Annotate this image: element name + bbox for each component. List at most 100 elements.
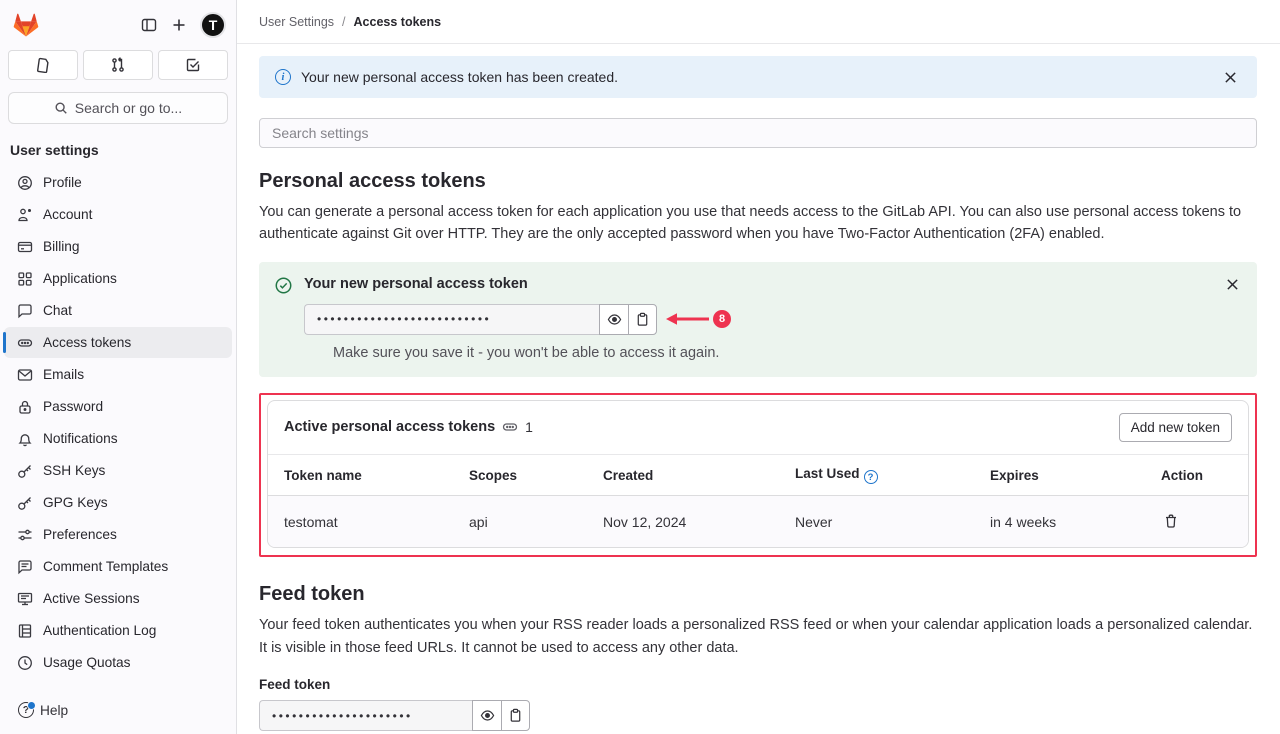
gitlab-logo-icon[interactable] <box>12 12 40 38</box>
sidebar-item-billing[interactable]: Billing <box>4 231 232 262</box>
copy-token-button[interactable] <box>628 304 657 335</box>
add-new-token-button[interactable]: Add new token <box>1119 413 1232 442</box>
sidebar-item-account[interactable]: Account <box>4 199 232 230</box>
info-banner-close-button[interactable] <box>1220 67 1241 88</box>
sidebar-item-ssh-keys[interactable]: SSH Keys <box>4 455 232 486</box>
settings-search-input[interactable] <box>259 118 1257 148</box>
sidebar-item-chat[interactable]: Chat <box>4 295 232 326</box>
main-area: User Settings / Access tokens i Your new… <box>237 0 1280 734</box>
sidebar-header: T <box>0 0 236 40</box>
sidebar-item-access-tokens[interactable]: Access tokens <box>4 327 232 358</box>
table-row: testomat api Nov 12, 2024 Never in 4 wee… <box>268 496 1248 548</box>
pat-description: You can generate a personal access token… <box>259 201 1257 246</box>
comment-icon <box>17 559 33 575</box>
log-icon <box>17 623 33 639</box>
issues-shortcut-button[interactable] <box>8 50 78 80</box>
lock-icon <box>17 399 33 415</box>
sidebar-item-notifications[interactable]: Notifications <box>4 423 232 454</box>
avatar[interactable]: T <box>200 12 226 38</box>
feed-token-field[interactable] <box>259 700 472 731</box>
new-token-note: Make sure you save it - you won't be abl… <box>333 345 1241 361</box>
reveal-token-button[interactable] <box>599 304 628 335</box>
copy-clipboard-icon <box>508 708 523 723</box>
billing-icon <box>17 239 33 255</box>
new-token-alert-title: Your new personal access token <box>304 276 528 292</box>
info-icon: i <box>275 69 291 85</box>
col-scopes: Scopes <box>453 454 587 496</box>
annotation-arrow-icon <box>665 311 711 327</box>
eye-icon <box>607 312 622 327</box>
key-icon <box>17 495 33 511</box>
sidebar-item-emails[interactable]: Emails <box>4 359 232 390</box>
trash-icon <box>1163 513 1179 529</box>
sidebar-toggle-button[interactable] <box>134 10 164 40</box>
personal-token-field[interactable] <box>304 304 599 335</box>
sidebar-item-applications[interactable]: Applications <box>4 263 232 294</box>
sidebar-section-title: User settings <box>0 124 236 166</box>
annotation-step-badge: 8 <box>713 310 731 328</box>
info-banner-text: Your new personal access token has been … <box>301 69 618 85</box>
col-last-used: Last Used? <box>779 454 974 496</box>
search-label: Search or go to... <box>75 100 182 116</box>
sidebar-item-password[interactable]: Password <box>4 391 232 422</box>
tokens-table: Token name Scopes Created Last Used? Exp… <box>268 454 1248 548</box>
cell-expires: in 4 weeks <box>974 496 1145 548</box>
copy-feed-token-button[interactable] <box>501 700 530 731</box>
sidebar-item-authentication-log[interactable]: Authentication Log <box>4 615 232 646</box>
monitor-icon <box>17 591 33 607</box>
breadcrumb: User Settings / Access tokens <box>237 0 1280 44</box>
sidebar-item-profile[interactable]: Profile <box>4 167 232 198</box>
todo-icon <box>185 57 201 73</box>
bell-icon <box>17 431 33 447</box>
help-button[interactable]: ? Help <box>0 688 236 734</box>
breadcrumb-current: Access tokens <box>354 15 442 29</box>
revoke-token-button[interactable] <box>1161 511 1181 531</box>
annotation-highlight-box: Active personal access tokens 1 Add new … <box>259 393 1257 558</box>
new-token-alert-close-button[interactable] <box>1222 274 1243 295</box>
feed-token-label: Feed token <box>259 677 1257 692</box>
gauge-icon <box>17 655 33 671</box>
profile-icon <box>17 175 33 191</box>
reveal-feed-token-button[interactable] <box>472 700 501 731</box>
sidebar-item-gpg-keys[interactable]: GPG Keys <box>4 487 232 518</box>
question-circle-icon[interactable]: ? <box>864 470 878 484</box>
breadcrumb-parent[interactable]: User Settings <box>259 15 334 29</box>
sidebar-shortcuts <box>0 40 236 80</box>
key-icon <box>17 463 33 479</box>
new-token-alert: Your new personal access token 8 <box>259 262 1257 377</box>
close-icon <box>1226 278 1239 291</box>
token-icon <box>17 335 33 351</box>
sidebar: T Search or go to... User settings <box>0 0 237 734</box>
create-new-button[interactable] <box>164 10 194 40</box>
applications-icon <box>17 271 33 287</box>
issues-icon <box>35 57 51 73</box>
sidebar-toggle-icon <box>141 17 157 33</box>
copy-clipboard-icon <box>635 312 650 327</box>
col-action: Action <box>1145 454 1248 496</box>
feed-token-description: Your feed token authenticates you when y… <box>259 614 1257 659</box>
search-or-goto[interactable]: Search or go to... <box>8 92 228 124</box>
search-icon <box>54 101 68 115</box>
token-icon <box>502 419 518 435</box>
active-tokens-card: Active personal access tokens 1 Add new … <box>267 400 1249 549</box>
email-icon <box>17 367 33 383</box>
sidebar-item-active-sessions[interactable]: Active Sessions <box>4 583 232 614</box>
sidebar-item-preferences[interactable]: Preferences <box>4 519 232 550</box>
merge-request-icon <box>110 57 126 73</box>
breadcrumb-separator: / <box>342 15 345 29</box>
close-icon <box>1224 71 1237 84</box>
cell-scopes: api <box>453 496 587 548</box>
eye-icon <box>480 708 495 723</box>
page-title: Personal access tokens <box>259 170 1257 193</box>
cell-created: Nov 12, 2024 <box>587 496 779 548</box>
cell-token-name: testomat <box>268 496 453 548</box>
todo-shortcut-button[interactable] <box>158 50 228 80</box>
sidebar-item-usage-quotas[interactable]: Usage Quotas <box>4 647 232 678</box>
active-tokens-count: 1 <box>525 419 533 435</box>
chat-icon <box>17 303 33 319</box>
sidebar-item-comment-templates[interactable]: Comment Templates <box>4 551 232 582</box>
col-created: Created <box>587 454 779 496</box>
check-circle-icon <box>275 277 292 294</box>
merge-requests-shortcut-button[interactable] <box>83 50 153 80</box>
col-expires: Expires <box>974 454 1145 496</box>
